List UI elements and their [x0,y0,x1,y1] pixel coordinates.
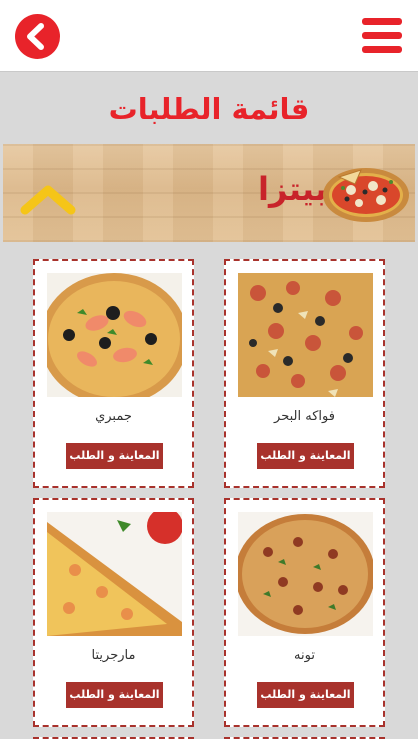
back-button[interactable] [15,14,60,59]
chevron-left-icon [27,23,44,50]
category-label: بيتزا [257,170,327,208]
top-bar [0,0,418,72]
preview-order-button[interactable]: المعاينة و الطلب [257,682,354,708]
hamburger-menu-icon [362,32,402,39]
product-name: جمبري [95,409,132,424]
product-name: فواكه البحر [274,409,335,424]
product-card-seafood[interactable]: فواكه البحر المعاينة و الطلب [224,259,385,488]
preview-order-button[interactable]: المعاينة و الطلب [66,682,163,708]
product-image [238,512,373,636]
page-title: قائمة الطلبات [108,92,310,126]
product-name: تونه [294,648,315,663]
menu-button[interactable] [362,18,402,54]
product-card-tuna[interactable]: تونه المعاينة و الطلب [224,498,385,727]
product-image [47,512,182,636]
product-name: مارجريتا [91,648,136,663]
product-card-shrimp[interactable]: جمبري المعاينة و الطلب [33,259,194,488]
product-image [238,273,373,397]
product-image [47,273,182,397]
preview-order-button[interactable]: المعاينة و الطلب [66,443,163,469]
hamburger-menu-icon [362,46,402,53]
pizza-image [323,168,409,222]
preview-order-button[interactable]: المعاينة و الطلب [257,443,354,469]
hamburger-menu-icon [362,18,402,25]
category-banner[interactable]: بيتزا [3,144,415,242]
chevron-up-icon[interactable] [19,182,77,216]
product-card-margherita[interactable]: مارجريتا المعاينة و الطلب [33,498,194,727]
